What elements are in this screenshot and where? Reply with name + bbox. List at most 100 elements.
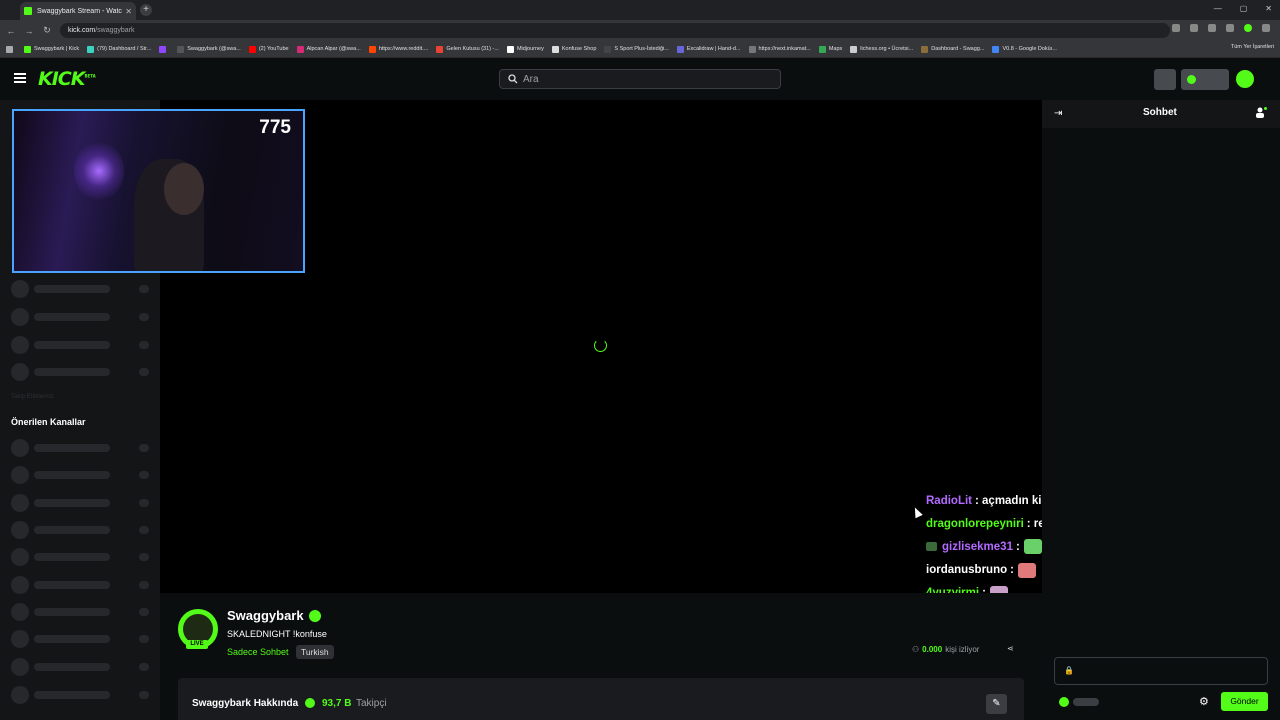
bookmark-item[interactable]: https://www.reddit.... (368, 45, 428, 53)
profile-icon[interactable] (1244, 24, 1252, 32)
minimize-icon[interactable]: — (1214, 4, 1222, 13)
channel-name[interactable]: Swaggybark (227, 608, 304, 623)
bookmark-item[interactable]: Alpcan Alpar (@swa... (296, 45, 361, 53)
chat-username[interactable]: iordanusbruno (926, 564, 1007, 576)
browser-tabstrip: Swaggybark Stream - Watch Li ✕ + — ▢ ✕ (0, 0, 1280, 20)
stream-category[interactable]: Sadece Sohbet (227, 647, 289, 657)
reload-icon[interactable]: ↻ (40, 25, 54, 36)
new-tab-button[interactable]: + (140, 4, 152, 16)
live-badge: LIVE (186, 640, 208, 649)
chat-username[interactable]: RadioLit (926, 495, 972, 507)
bookmark-item[interactable]: V0.8 - Google Doküı... (992, 45, 1057, 53)
tab-title: Swaggybark Stream - Watch Li (37, 7, 122, 15)
puzzle-icon[interactable] (1226, 24, 1234, 32)
url-host: kick.com (68, 27, 96, 34)
follower-label: Takipçi (356, 698, 387, 709)
bookmark-label: (79) Dashboard / Str... (97, 46, 152, 52)
close-tab-icon[interactable]: ✕ (125, 7, 132, 16)
bookmark-item[interactable] (159, 45, 169, 53)
emote-icon (1017, 562, 1036, 578)
menu-icon[interactable] (1262, 24, 1270, 32)
bookmark-label: Dashboard - Swagg... (931, 46, 985, 52)
star-icon[interactable] (1190, 24, 1198, 32)
back-icon[interactable]: ← (4, 26, 18, 36)
chat-panel (1042, 100, 1280, 720)
bookmark-item[interactable]: Konfuse Shop (551, 45, 596, 53)
sidebar-skeleton-row (11, 576, 151, 594)
kick-logo[interactable]: KICKBETA (38, 68, 96, 90)
zoom-icon[interactable] (1172, 24, 1180, 32)
share-icon[interactable]: ⋖ (1007, 644, 1014, 653)
bookmark-item[interactable]: (79) Dashboard / Str... (87, 45, 152, 53)
gear-icon[interactable]: ⚙ (1199, 695, 1209, 708)
chat-points-pill (1073, 698, 1099, 706)
bookmark-item[interactable]: Gelen Kutusu (31) -... (436, 45, 499, 53)
chat-text: : (1015, 540, 1020, 553)
emote-icon (1023, 539, 1042, 555)
bookmark-label: lichess.org • Ücretsi... (860, 46, 914, 52)
close-window-icon[interactable]: ✕ (1265, 4, 1272, 13)
bookmark-item[interactable]: Swaggybark | Kick (24, 45, 79, 53)
browser-tab[interactable]: Swaggybark Stream - Watch Li ✕ (20, 2, 136, 20)
bookmark-item[interactable]: lichess.org • Ücretsi... (850, 45, 914, 53)
chat-username[interactable]: gizlisekme31 (942, 541, 1013, 553)
search-input[interactable]: Ara (499, 69, 781, 89)
header-button[interactable] (1154, 69, 1176, 90)
bookmark-favicon-icon (676, 45, 684, 53)
sidebar-skeleton-row (11, 439, 151, 457)
kick-coin-icon[interactable] (1059, 697, 1069, 707)
chat-text: : (1010, 564, 1014, 577)
bookmark-favicon-icon (436, 45, 444, 53)
bookmark-favicon-icon (296, 45, 304, 53)
sidebar-skeleton-row (11, 336, 151, 354)
browser-actions (1172, 24, 1270, 32)
beta-badge: BETA (84, 73, 96, 79)
hamburger-menu-icon[interactable] (14, 73, 26, 83)
bookmark-favicon-icon (748, 45, 756, 53)
bookmark-item[interactable]: Dashboard - Swagg... (921, 45, 985, 53)
url-field[interactable]: kick.com/swaggybark (60, 23, 1170, 38)
webcam-overlay: 775 (12, 109, 305, 273)
recommended-channels-heading: Önerilen Kanallar (11, 417, 86, 427)
collapse-chat-icon[interactable]: ⇥ (1054, 108, 1062, 119)
bookmark-item[interactable]: Midjourney (506, 45, 544, 53)
bookmark-item[interactable]: Maps (818, 45, 842, 53)
extension-icon[interactable] (1208, 24, 1216, 32)
bookmark-item[interactable]: (2) YouTube (248, 45, 289, 53)
sidebar-skeleton-row (11, 466, 151, 484)
bookmark-favicon-icon (159, 45, 167, 53)
bookmark-item[interactable]: S Sport Plus-İstediği... (604, 45, 669, 53)
follower-count: 93,7 B (322, 698, 352, 709)
sidebar-skeleton-row (11, 548, 151, 566)
chat-title: Sohbet (1143, 107, 1177, 118)
chat-username[interactable]: dragonlorepeyniri (926, 518, 1024, 530)
kick-coin-icon (1187, 75, 1196, 84)
chat-users-icon[interactable] (1255, 107, 1267, 118)
chat-message-input[interactable] (1054, 657, 1268, 685)
sidebar-skeleton-row (11, 658, 151, 676)
bookmark-label: https://next.inkamat... (758, 46, 811, 52)
language-tag[interactable]: Turkish (296, 645, 334, 659)
bookmark-item[interactable]: https://next.inkamat... (748, 45, 811, 53)
bookmark-favicon-icon (177, 45, 185, 53)
all-bookmarks[interactable]: Tüm Yer İşaretleri (1231, 44, 1274, 50)
bookmark-favicon-icon (850, 45, 858, 53)
window-controls: — ▢ ✕ (1214, 4, 1272, 13)
bookmark-label: Swaggybark (@swa... (187, 46, 241, 52)
send-button[interactable]: Gönder (1221, 692, 1268, 711)
header-wallet-button[interactable] (1181, 69, 1229, 90)
bookmark-item[interactable]: Swaggybark (@swa... (177, 45, 241, 53)
apps-grid-icon[interactable] (6, 45, 16, 53)
user-avatar[interactable] (1236, 70, 1254, 88)
maximize-icon[interactable]: ▢ (1240, 4, 1248, 13)
bookmark-item[interactable]: Excalidraw | Hand-d... (676, 45, 741, 53)
sidebar-skeleton-row (11, 494, 151, 512)
about-section (178, 678, 1024, 720)
forward-icon[interactable]: → (22, 26, 36, 36)
edit-pencil-icon[interactable]: ✎ (986, 694, 1007, 714)
sidebar-skeleton-row (11, 280, 151, 298)
bookmark-favicon-icon (24, 45, 31, 53)
bookmark-favicon-icon (818, 45, 826, 53)
bookmark-label: Midjourney (516, 46, 544, 52)
sidebar-skeleton-row (11, 686, 151, 704)
